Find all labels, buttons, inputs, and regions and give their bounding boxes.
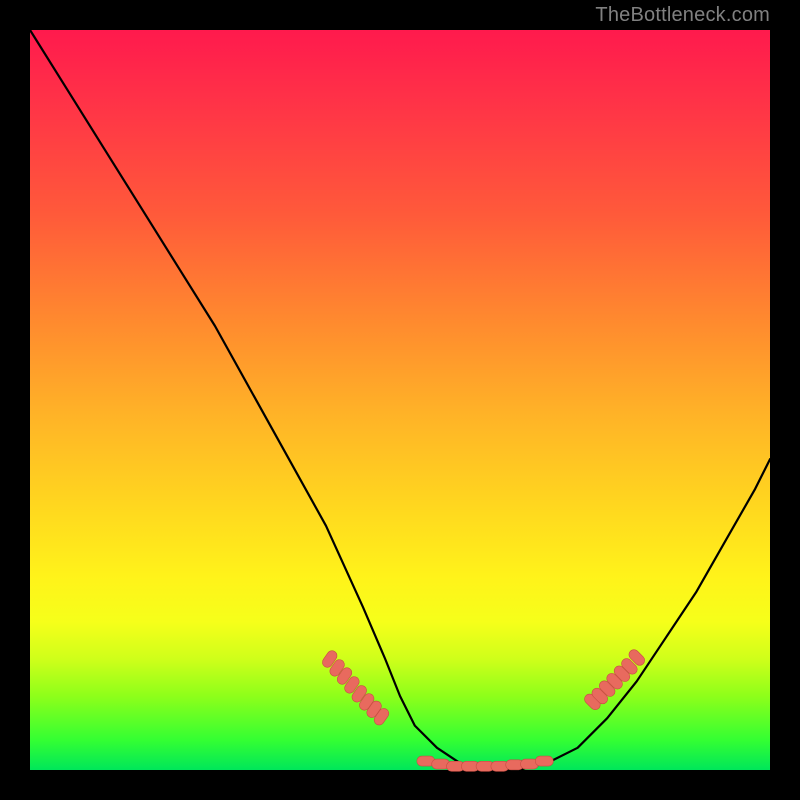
curve-layer	[30, 30, 770, 770]
plot-area	[30, 30, 770, 770]
chart-overlay	[30, 30, 770, 770]
marker-layer	[320, 648, 646, 772]
data-marker	[535, 756, 553, 766]
chart-stage: TheBottleneck.com	[0, 0, 800, 800]
watermark-text: TheBottleneck.com	[595, 4, 770, 27]
bottleneck-curve	[30, 30, 770, 770]
